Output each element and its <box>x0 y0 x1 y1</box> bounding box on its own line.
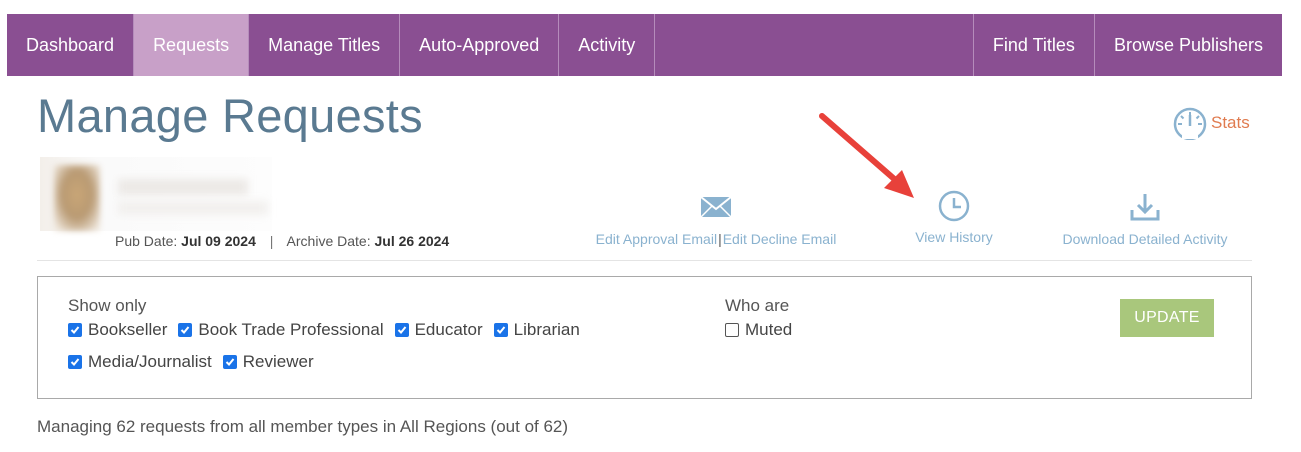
member-type-row-2: Media/Journalist Reviewer <box>68 352 325 372</box>
checkbox-librarian[interactable]: Librarian <box>493 320 580 340</box>
gauge-icon <box>1172 106 1208 145</box>
checkbox-label: Educator <box>414 320 483 339</box>
checkbox-educator[interactable]: Educator <box>394 320 483 340</box>
checkbox-bookseller[interactable]: Bookseller <box>68 320 167 340</box>
checkbox-checked-icon[interactable] <box>178 323 193 337</box>
filter-panel: Show only Bookseller Book Trade Professi… <box>37 276 1252 399</box>
cover-title-blurred <box>118 179 248 195</box>
nav-dashboard[interactable]: Dashboard <box>7 14 135 76</box>
update-button[interactable]: UPDATE <box>1120 299 1214 337</box>
checkbox-label: Book Trade Professional <box>198 320 384 339</box>
who-are-label: Who are <box>725 296 790 315</box>
section-divider <box>37 260 1252 261</box>
checkbox-checked-icon[interactable] <box>68 323 82 337</box>
nav-browse-publishers[interactable]: Browse Publishers <box>1093 14 1282 76</box>
pub-date-label: Pub Date: <box>115 233 178 249</box>
checkbox-checked-icon[interactable] <box>222 355 237 369</box>
checkbox-label: Muted <box>745 320 793 339</box>
checkbox-checked-icon[interactable] <box>68 355 82 369</box>
member-type-row-1: Bookseller Book Trade Professional Educa… <box>68 320 591 340</box>
checkbox-checked-icon[interactable] <box>493 323 508 337</box>
date-separator: | <box>269 233 274 249</box>
checkbox-label: Media/Journalist <box>88 352 212 371</box>
nav-left-group: Dashboard Requests Manage Titles Auto-Ap… <box>7 14 656 76</box>
checkbox-label: Librarian <box>513 320 580 339</box>
download-activity-action[interactable]: Download Detailed Activity <box>1049 194 1241 251</box>
checkbox-checked-icon[interactable] <box>394 323 409 337</box>
pub-date-value: Jul 09 2024 <box>181 233 256 249</box>
edit-approval-email-link[interactable]: Edit Approval Email <box>596 231 717 247</box>
nav-auto-approved[interactable]: Auto-Approved <box>400 14 560 76</box>
annotation-arrow-icon <box>819 113 914 198</box>
checkbox-reviewer[interactable]: Reviewer <box>222 352 314 372</box>
archive-date-label: Archive Date: <box>286 233 371 249</box>
envelope-icon <box>580 196 852 221</box>
email-actions: Edit Approval Email|Edit Decline Email <box>580 196 852 247</box>
checkbox-media-journalist[interactable]: Media/Journalist <box>68 352 212 372</box>
checkbox-label: Bookseller <box>88 320 168 339</box>
download-detailed-activity-link[interactable]: Download Detailed Activity <box>1063 231 1228 247</box>
edit-decline-email-link[interactable]: Edit Decline Email <box>723 231 837 247</box>
nav-requests[interactable]: Requests <box>134 14 250 76</box>
top-navigation: Dashboard Requests Manage Titles Auto-Ap… <box>7 14 1282 76</box>
stats-label: Stats <box>1211 112 1250 132</box>
cover-subtitle-blurred <box>118 201 268 215</box>
who-are-row: Muted <box>725 320 803 340</box>
nav-activity[interactable]: Activity <box>559 14 656 76</box>
nav-manage-titles[interactable]: Manage Titles <box>249 14 401 76</box>
checkbox-muted[interactable]: Muted <box>725 320 792 340</box>
book-cover-thumbnail[interactable] <box>40 157 272 231</box>
stats-link[interactable]: Stats <box>1172 106 1250 145</box>
archive-date-value: Jul 26 2024 <box>374 233 450 249</box>
email-link-separator: | <box>718 231 722 247</box>
checkbox-book-trade-professional[interactable]: Book Trade Professional <box>178 320 384 340</box>
nav-find-titles[interactable]: Find Titles <box>972 14 1094 76</box>
view-history-link[interactable]: View History <box>915 229 993 245</box>
page-title: Manage Requests <box>37 89 423 142</box>
cover-image <box>54 165 100 231</box>
show-only-label: Show only <box>68 296 147 315</box>
nav-right-group: Find Titles Browse Publishers <box>972 14 1282 76</box>
book-dates: Pub Date: Jul 09 2024 | Archive Date: Ju… <box>115 233 449 249</box>
download-icon <box>1049 194 1241 225</box>
requests-summary: Managing 62 requests from all member typ… <box>37 417 569 436</box>
checkbox-unchecked-icon[interactable] <box>725 323 739 337</box>
checkbox-label: Reviewer <box>242 352 314 371</box>
